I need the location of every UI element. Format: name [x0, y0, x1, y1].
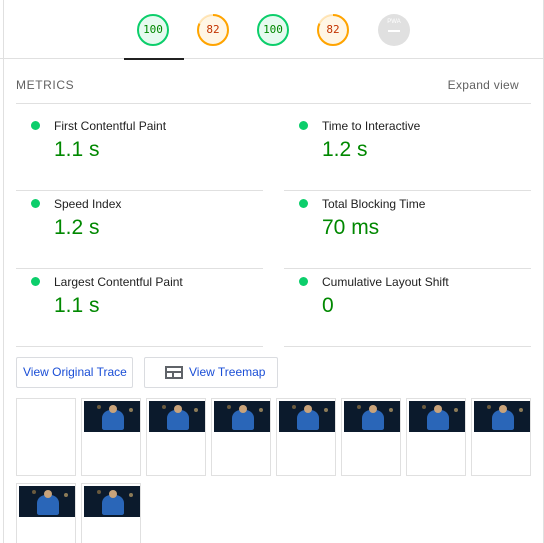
score-value: 100 [143, 23, 163, 36]
metric-label: Total Blocking Time [322, 197, 426, 211]
score-gauge-seo[interactable]: 82 [316, 13, 350, 47]
active-tab-indicator [124, 58, 184, 60]
metric-value: 1.1 s [54, 294, 100, 317]
pass-indicator-icon [299, 277, 308, 286]
view-treemap-button[interactable]: View Treemap [144, 357, 278, 388]
filmstrip-frame [471, 398, 531, 476]
metric-first-contentful-paint: First Contentful Paint 1.1 s [16, 113, 263, 191]
metric-value: 1.2 s [54, 216, 100, 239]
metric-label: Cumulative Layout Shift [322, 275, 449, 289]
score-value: 82 [326, 23, 340, 36]
metric-largest-contentful-paint: Largest Contentful Paint 1.1 s [16, 269, 263, 347]
filmstrip-screenshot [474, 401, 530, 432]
filmstrip-frame [341, 398, 401, 476]
filmstrip-frame [276, 398, 336, 476]
filmstrip-screenshot [19, 486, 75, 517]
filmstrip-screenshot [409, 401, 465, 432]
score-gauge-performance[interactable]: 100 [136, 13, 170, 47]
filmstrip-frame [81, 398, 141, 476]
filmstrip-frame [81, 483, 141, 543]
metric-total-blocking-time: Total Blocking Time 70 ms [284, 191, 531, 269]
view-original-trace-label: View Original Trace [23, 365, 127, 379]
score-value: 82 [206, 23, 220, 36]
score-gauge-best-practices[interactable]: 100 [256, 13, 290, 47]
filmstrip-frame [211, 398, 271, 476]
score-gauge-accessibility[interactable]: 82 [196, 13, 230, 47]
metric-label: Time to Interactive [322, 119, 421, 133]
metric-time-to-interactive: Time to Interactive 1.2 s [284, 113, 531, 191]
filmstrip-frame [16, 398, 76, 476]
metric-speed-index: Speed Index 1.2 s [16, 191, 263, 269]
metric-label: First Contentful Paint [54, 119, 167, 133]
pwa-label: PWA [387, 19, 401, 25]
score-value: 100 [263, 23, 283, 36]
filmstrip-screenshot [214, 401, 270, 432]
pass-indicator-icon [31, 121, 40, 130]
pwa-dash-icon [388, 30, 400, 32]
treemap-icon [165, 366, 183, 379]
pass-indicator-icon [299, 121, 308, 130]
metric-value: 70 ms [322, 216, 380, 239]
score-gauges: 100 82 100 82 PWA [0, 0, 544, 60]
metric-value: 1.1 s [54, 138, 100, 161]
filmstrip-frame [146, 398, 206, 476]
pass-indicator-icon [31, 199, 40, 208]
metric-label: Largest Contentful Paint [54, 275, 183, 289]
filmstrip-screenshot [149, 401, 205, 432]
metrics-header: METRICS Expand view [16, 76, 531, 104]
pass-indicator-icon [299, 199, 308, 208]
score-gauge-pwa[interactable]: PWA [377, 13, 411, 47]
filmstrip-frame [16, 483, 76, 543]
filmstrip-screenshot [344, 401, 400, 432]
filmstrip-screenshot [84, 401, 140, 432]
metrics-title: METRICS [16, 78, 75, 92]
view-original-trace-button[interactable]: View Original Trace [16, 357, 133, 388]
pass-indicator-icon [31, 277, 40, 286]
metric-cumulative-layout-shift: Cumulative Layout Shift 0 [284, 269, 531, 347]
metric-label: Speed Index [54, 197, 122, 211]
filmstrip-screenshot [279, 401, 335, 432]
view-treemap-label: View Treemap [189, 365, 266, 379]
filmstrip-screenshot [84, 486, 140, 517]
metric-value: 1.2 s [322, 138, 368, 161]
expand-view-toggle[interactable]: Expand view [448, 78, 519, 92]
filmstrip-frame [406, 398, 466, 476]
metric-value: 0 [322, 294, 334, 317]
